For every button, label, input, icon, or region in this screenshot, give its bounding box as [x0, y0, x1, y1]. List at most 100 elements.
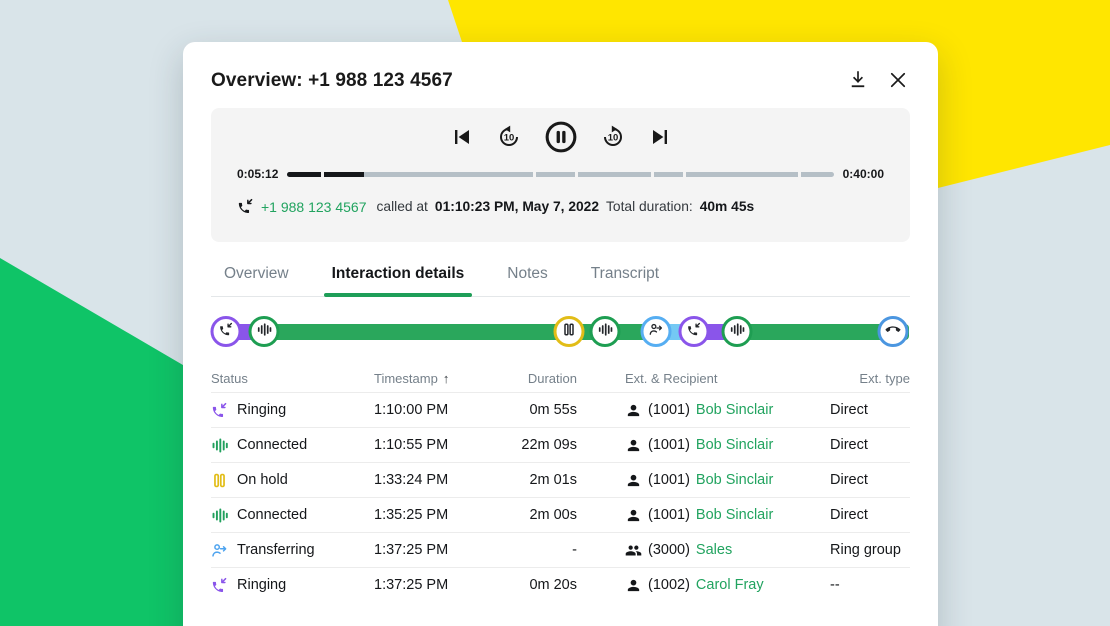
person-icon	[625, 402, 642, 419]
transfer-icon	[649, 322, 664, 342]
call-timeline	[211, 314, 910, 350]
incoming-call-icon	[237, 198, 254, 215]
tab-notes[interactable]: Notes	[507, 265, 548, 296]
total-time: 0:40:00	[843, 167, 884, 181]
extension-number: (1001)	[648, 402, 690, 418]
ringing-icon	[211, 577, 228, 594]
pause-button[interactable]	[545, 121, 577, 156]
close-button[interactable]	[886, 69, 910, 93]
svg-text:10: 10	[607, 132, 618, 143]
skip-next-icon	[649, 125, 673, 152]
extension-number: (1001)	[648, 472, 690, 488]
timestamp-value: 1:33:24 PM	[374, 472, 497, 488]
timestamp-value: 1:37:25 PM	[374, 577, 497, 593]
timeline-event-ringing[interactable]	[210, 316, 241, 347]
call-overview-modal: Overview: +1 988 123 4567	[183, 42, 938, 626]
seek-bar[interactable]	[287, 172, 833, 177]
svg-text:10: 10	[503, 132, 514, 143]
total-duration-label: Total duration:	[606, 199, 693, 214]
extension-number: (1001)	[648, 437, 690, 453]
player-controls: 10 10	[237, 121, 884, 155]
skip-previous-button[interactable]	[449, 125, 473, 152]
duration-value: -	[497, 542, 577, 558]
ext-type-value: Direct	[830, 472, 910, 488]
status-label: Ringing	[237, 402, 286, 418]
header-status: Status	[211, 371, 374, 386]
timeline-event-on-hold[interactable]	[553, 316, 584, 347]
progress-row: 0:05:12 0:40:00	[237, 167, 884, 181]
person-icon	[625, 437, 642, 454]
timestamp-value: 1:37:25 PM	[374, 542, 497, 558]
total-duration-value: 40m 45s	[700, 199, 754, 214]
rewind-10-button[interactable]: 10	[497, 125, 521, 152]
status-label: Ringing	[237, 577, 286, 593]
status-label: Connected	[237, 437, 307, 453]
skip-next-button[interactable]	[649, 125, 673, 152]
connected-icon	[211, 437, 228, 454]
status-label: On hold	[237, 472, 288, 488]
table-row: Ringing 1:37:25 PM 0m 20s (1002) Carol Fr…	[211, 567, 910, 602]
duration-value: 0m 20s	[497, 577, 577, 593]
timeline-event-transferring[interactable]	[641, 316, 672, 347]
table-row: Connected 1:35:25 PM 2m 00s (1001)Bob Si…	[211, 497, 910, 532]
ext-type-value: Ring group	[830, 542, 910, 558]
skip-previous-icon	[449, 125, 473, 152]
status-label: Transferring	[237, 542, 315, 558]
interaction-table: Status Timestamp↑ Duration Ext. & Recipi…	[211, 365, 910, 602]
elapsed-time: 0:05:12	[237, 167, 278, 181]
tab-interaction-details[interactable]: Interaction details	[332, 265, 465, 296]
timestamp-value: 1:10:55 PM	[374, 437, 497, 453]
modal-title: Overview: +1 988 123 4567	[211, 70, 453, 92]
recipient-link[interactable]: Carol Fray	[696, 577, 764, 593]
duration-value: 0m 55s	[497, 402, 577, 418]
pause-icon	[545, 121, 577, 156]
tab-overview[interactable]: Overview	[224, 265, 289, 296]
table-header: Status Timestamp↑ Duration Ext. & Recipi…	[211, 365, 910, 392]
caller-number: +1 988 123 4567	[261, 199, 367, 215]
recipient-link[interactable]: Sales	[696, 542, 732, 558]
duration-value: 2m 01s	[497, 472, 577, 488]
header-ext-type: Ext. type	[830, 371, 910, 386]
extension-number: (3000)	[648, 542, 690, 558]
timeline-event-connected-3[interactable]	[721, 316, 752, 347]
person-icon	[625, 472, 642, 489]
rewind-10-icon: 10	[497, 125, 521, 152]
call-end-icon	[886, 322, 901, 342]
forward-10-button[interactable]: 10	[601, 125, 625, 152]
duration-value: 2m 00s	[497, 507, 577, 523]
call-datetime: 01:10:23 PM, May 7, 2022	[435, 199, 599, 214]
on-hold-icon	[211, 472, 228, 489]
ext-type-value: Direct	[830, 402, 910, 418]
recipient-link[interactable]: Bob Sinclair	[696, 472, 773, 488]
call-info-row: +1 988 123 4567 called at 01:10:23 PM, M…	[237, 198, 884, 215]
status-label: Connected	[237, 507, 307, 523]
header-timestamp[interactable]: Timestamp↑	[374, 371, 497, 386]
recipient-link[interactable]: Bob Sinclair	[696, 402, 773, 418]
table-row: Ringing 1:10:00 PM 0m 55s (1001)Bob Sinc…	[211, 392, 910, 427]
tab-transcript[interactable]: Transcript	[591, 265, 659, 296]
download-icon	[848, 70, 868, 93]
audio-player: 10 10 0:05:12	[211, 108, 910, 242]
sort-ascending-icon: ↑	[443, 371, 450, 386]
called-at-label: called at	[377, 199, 428, 214]
extension-number: (1001)	[648, 507, 690, 523]
waveform-icon	[729, 322, 744, 342]
tab-bar: Overview Interaction details Notes Trans…	[211, 265, 910, 297]
timeline-event-ringing-2[interactable]	[679, 316, 710, 347]
person-icon	[625, 507, 642, 524]
timeline-event-connected[interactable]	[249, 316, 280, 347]
person-icon	[625, 577, 642, 594]
group-icon	[625, 542, 642, 559]
waveform-icon	[257, 322, 272, 342]
timeline-event-connected-2[interactable]	[590, 316, 621, 347]
recipient-link[interactable]: Bob Sinclair	[696, 437, 773, 453]
timeline-event-call-ended[interactable]	[878, 316, 909, 347]
download-button[interactable]	[846, 69, 870, 93]
ringing-icon	[211, 402, 228, 419]
modal-header: Overview: +1 988 123 4567	[211, 42, 910, 93]
recipient-link[interactable]: Bob Sinclair	[696, 507, 773, 523]
table-row: Transferring 1:37:25 PM - (3000) Sales Ri…	[211, 532, 910, 567]
waveform-icon	[598, 322, 613, 342]
ext-type-value: Direct	[830, 507, 910, 523]
extension-number: (1002)	[648, 577, 690, 593]
